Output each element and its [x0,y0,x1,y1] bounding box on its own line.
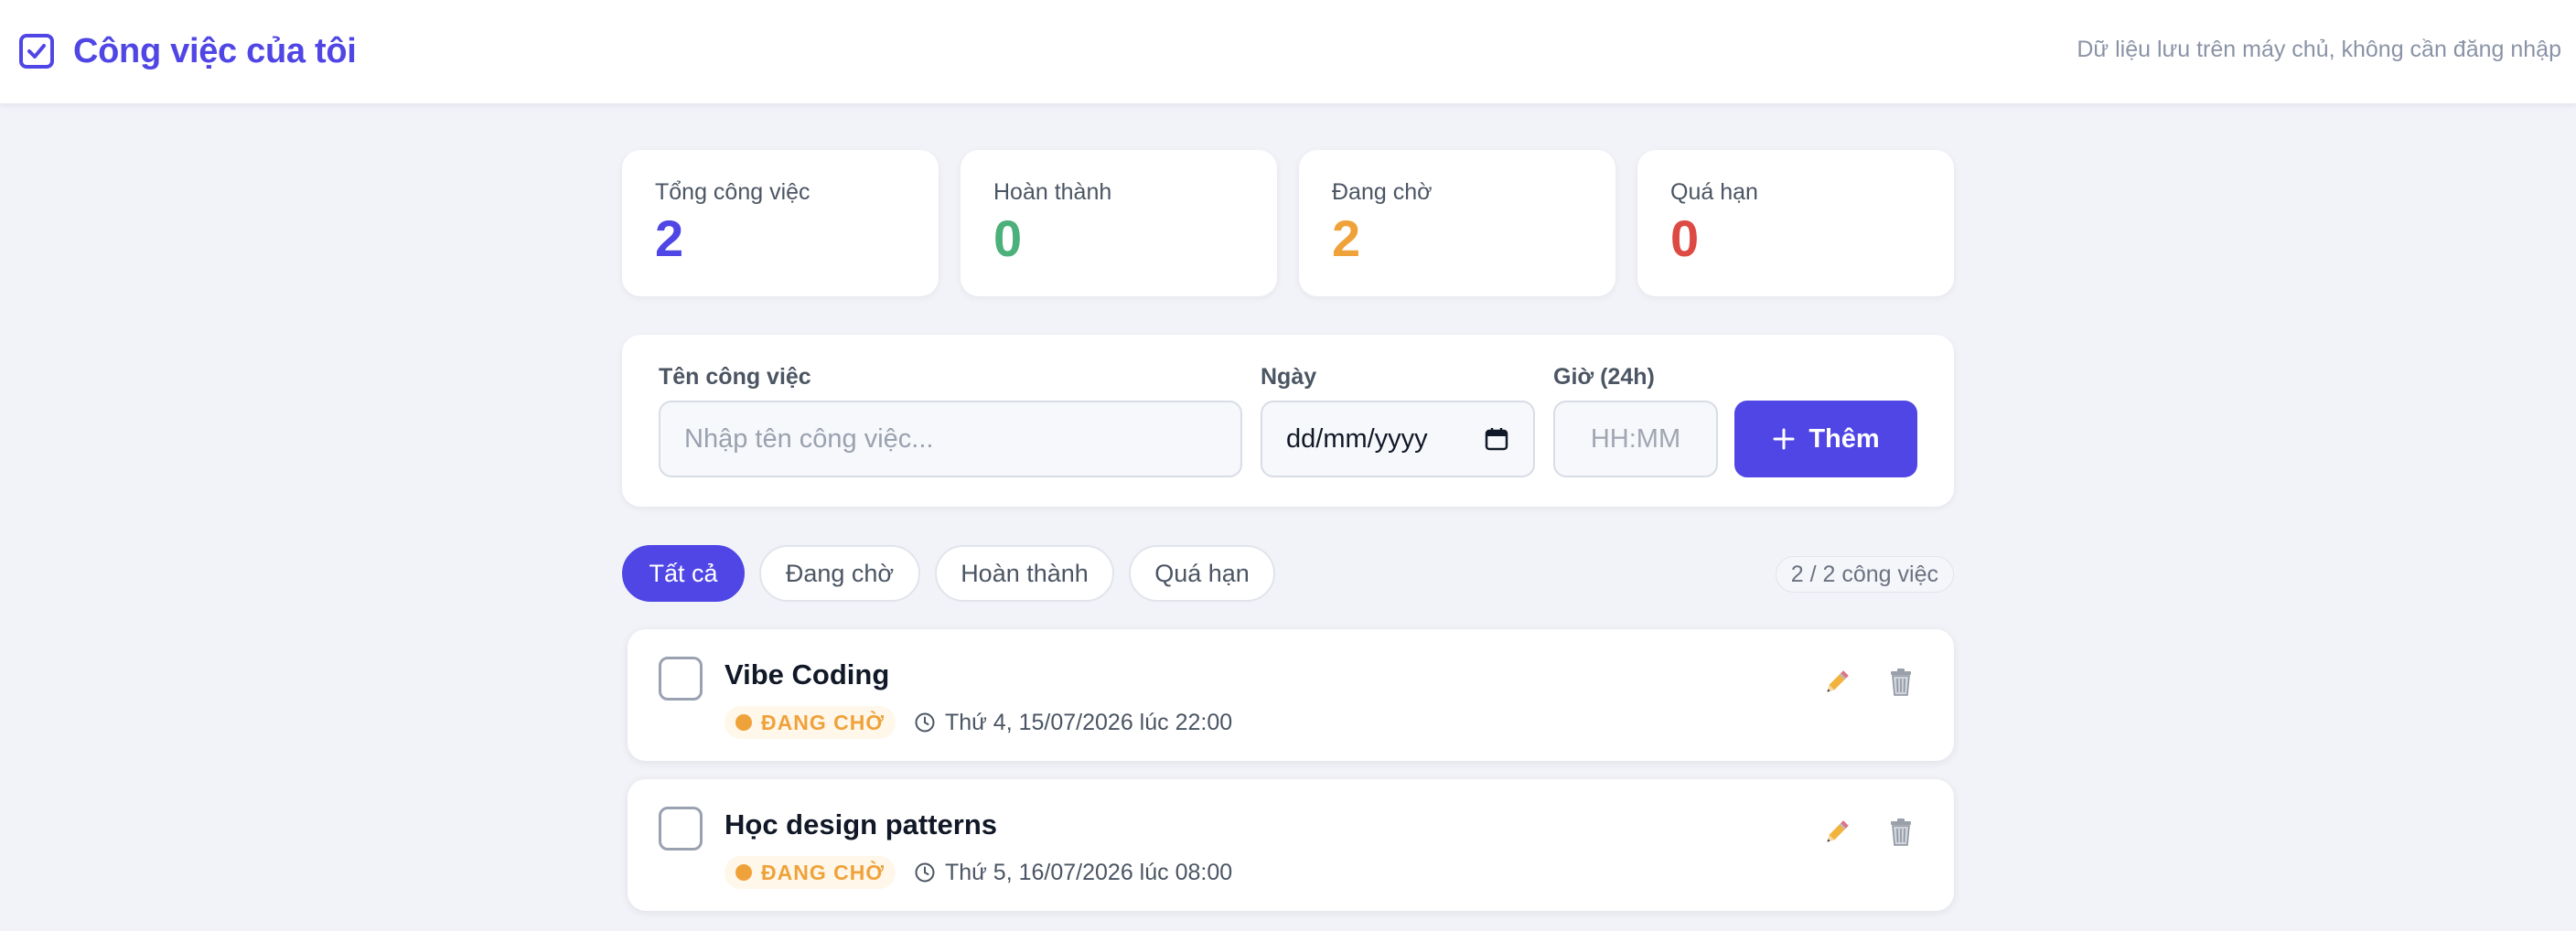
brand: Công việc của tôi [18,29,357,73]
due-text: Thứ 4, 15/07/2026 lúc 22:00 [944,709,1233,735]
list-item: Vibe Coding ĐANG CHỜ Thứ 4, 15/07/2026 l… [628,629,1954,761]
task-title: Học design patterns [724,808,997,840]
task-meta: ĐANG CHỜ Thứ 4, 15/07/2026 lúc 22:00 [724,706,1232,739]
filter-overdue[interactable]: Quá hạn [1129,545,1275,602]
add-button-label: Thêm [1809,423,1880,454]
due-date: Thứ 5, 16/07/2026 lúc 08:00 [914,860,1232,886]
top-bar: Công việc của tôi Dữ liệu lưu trên máy c… [0,0,2576,104]
stat-label: Đang chờ [1332,179,1433,205]
stats-row: Tổng công việc 2 Hoàn thành 0 Đang chờ 2… [622,150,1954,296]
task-actions [1820,666,1917,699]
status-dot [735,864,752,881]
plus-icon [1773,428,1795,450]
delete-button[interactable] [1884,666,1917,699]
stat-value: 2 [655,209,684,267]
task-title: Vibe Coding [724,658,890,690]
stat-label: Hoàn thành [993,179,1112,205]
main-container: Tổng công việc 2 Hoàn thành 0 Đang chờ 2… [622,150,1954,929]
status-text: ĐANG CHỜ [761,860,885,884]
edit-button[interactable] [1820,666,1853,699]
pencil-icon [1827,670,1849,692]
stat-card-completed: Hoàn thành 0 [961,150,1277,296]
stat-value: 0 [1670,209,1700,267]
task-meta: ĐANG CHỜ Thứ 5, 16/07/2026 lúc 08:00 [724,856,1232,889]
date-label: Ngày [1261,364,1317,390]
date-input[interactable]: dd/mm/yyyy [1261,401,1535,477]
pencil-icon [1827,820,1849,842]
stat-value: 2 [1332,209,1361,267]
stat-label: Tổng công việc [655,179,810,205]
clock-icon [915,862,935,883]
due-text: Thứ 5, 16/07/2026 lúc 08:00 [944,859,1233,885]
status-text: ĐANG CHỜ [761,710,885,734]
stat-card-total: Tổng công việc 2 [622,150,939,296]
list-item: Học design patterns ĐANG CHỜ Thứ 5, 16/0… [628,779,1954,911]
stat-label: Quá hạn [1670,179,1758,205]
stat-value: 0 [993,209,1023,267]
stat-card-overdue: Quá hạn 0 [1637,150,1954,296]
trash-icon [1891,669,1911,696]
status-dot [735,714,752,731]
time-input[interactable]: HH:MM [1553,401,1718,477]
status-badge: ĐANG CHỜ [724,706,896,739]
time-label: Giờ (24h) [1553,364,1655,390]
filter-completed[interactable]: Hoàn thành [935,545,1114,602]
calendar-icon[interactable] [1484,426,1509,452]
stat-card-pending: Đang chờ 2 [1299,150,1615,296]
add-task-form: Tên công việc Nhập tên công việc... Ngày… [622,335,1954,507]
task-checkbox[interactable] [659,807,703,851]
filter-pending[interactable]: Đang chờ [759,545,920,602]
checkbox-icon [19,34,54,69]
filter-all[interactable]: Tất cả [622,545,745,602]
delete-button[interactable] [1884,816,1917,849]
task-list: Vibe Coding ĐANG CHỜ Thứ 4, 15/07/2026 l… [622,629,1954,911]
due-date: Thứ 4, 15/07/2026 lúc 22:00 [914,710,1232,736]
trash-icon [1891,819,1911,846]
task-checkbox[interactable] [659,657,703,701]
task-actions [1820,816,1917,849]
task-name-input[interactable]: Nhập tên công việc... [659,401,1242,477]
add-task-button[interactable]: Thêm [1734,401,1917,477]
date-value: dd/mm/yyyy [1286,423,1428,454]
task-name-label: Tên công việc [659,364,811,390]
filter-bar: Tất cả Đang chờ Hoàn thành Quá hạn 2 / 2… [622,545,1954,602]
status-badge: ĐANG CHỜ [724,856,896,889]
edit-button[interactable] [1820,816,1853,849]
task-count: 2 / 2 công việc [1775,556,1954,593]
clock-icon [915,712,935,733]
page-title: Công việc của tôi [73,31,357,70]
storage-note: Dữ liệu lưu trên máy chủ, không cần đăng… [2077,37,2561,62]
